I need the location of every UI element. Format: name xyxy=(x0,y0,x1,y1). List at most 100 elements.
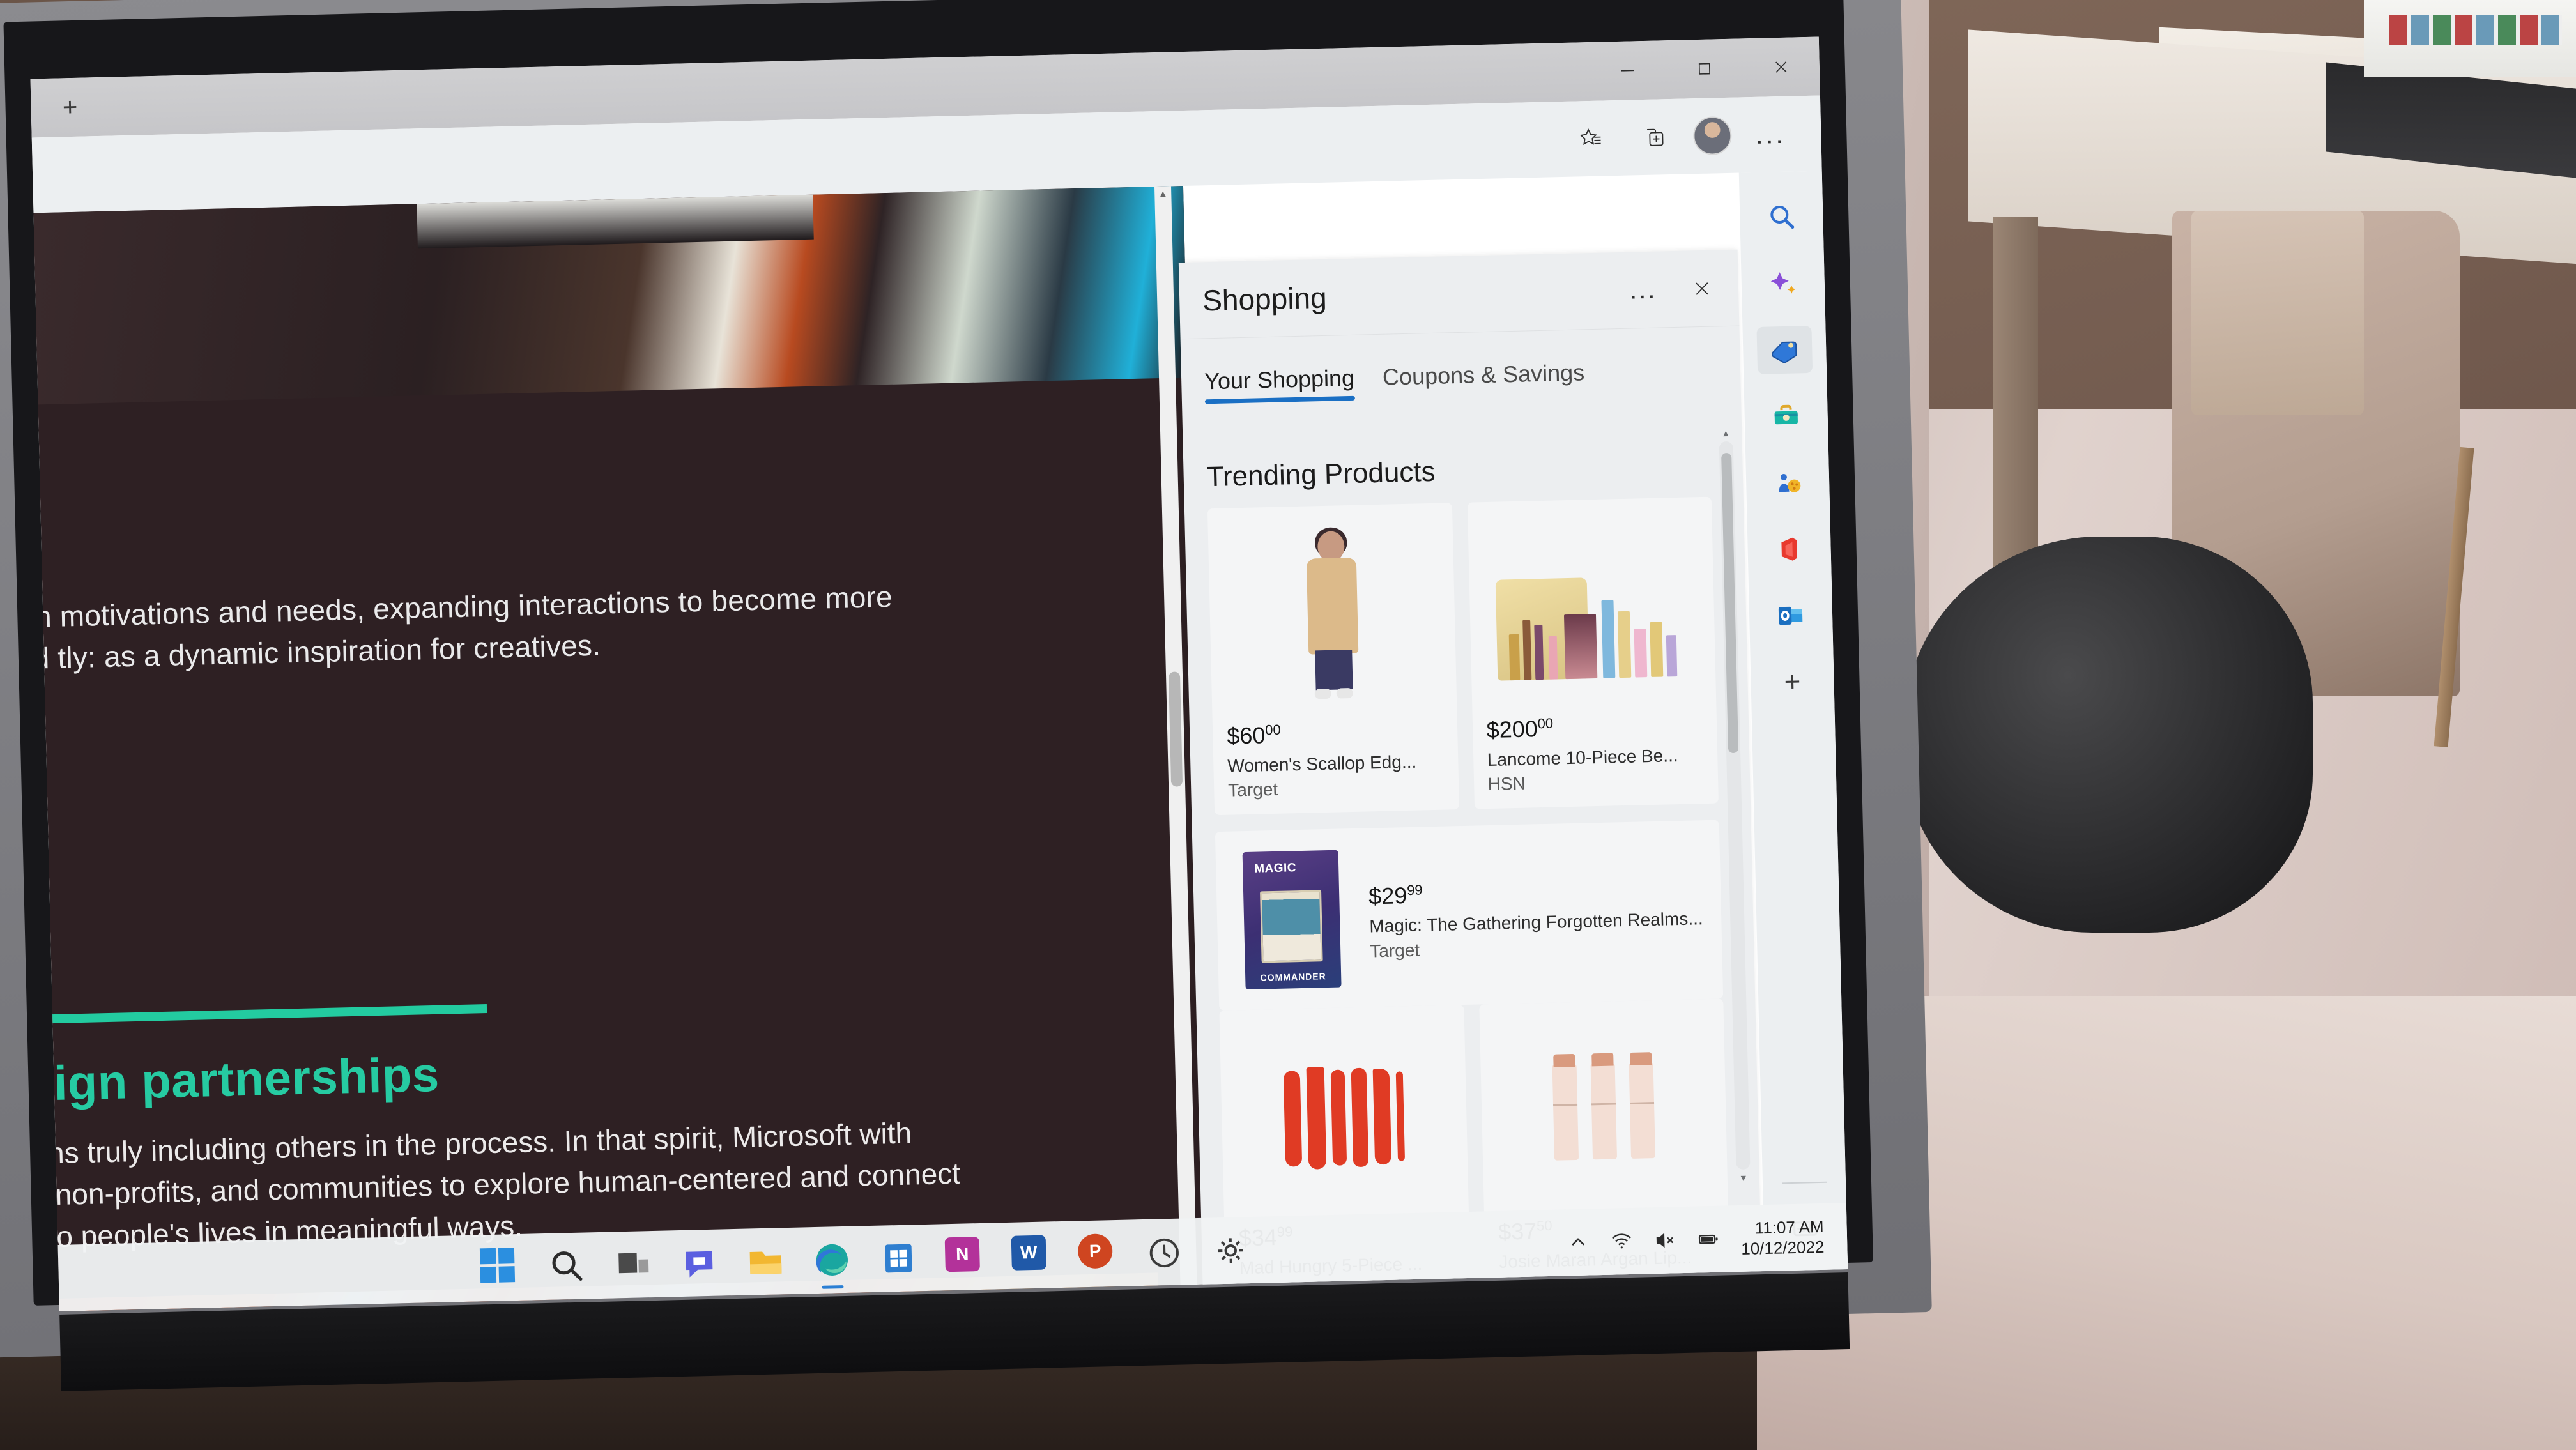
price-dollars: $60 xyxy=(1227,722,1266,749)
file-explorer-button[interactable] xyxy=(746,1241,786,1281)
product-image-lipsticks xyxy=(1493,1013,1713,1210)
microsoft-store-icon xyxy=(878,1238,919,1278)
sidebar-item-add[interactable]: + xyxy=(1765,658,1821,706)
section-title-trending: Trending Products xyxy=(1183,415,1744,510)
panel-scroll-down-arrow[interactable]: ▼ xyxy=(1738,1172,1749,1184)
clock-button[interactable] xyxy=(1144,1232,1184,1272)
product-name: Women's Scallop Edg... xyxy=(1227,750,1444,778)
sidebar-item-tools[interactable] xyxy=(1758,392,1814,441)
clock-icon xyxy=(1144,1232,1184,1272)
clock-date: 10/12/2022 xyxy=(1741,1237,1825,1260)
mtg-brand: MAGIC xyxy=(1254,861,1296,876)
mtg-footer: COMMANDER xyxy=(1245,970,1341,983)
profile-avatar[interactable] xyxy=(1693,116,1732,155)
gear-icon xyxy=(1211,1230,1251,1271)
product-store: Target xyxy=(1228,775,1445,801)
price-cents: 00 xyxy=(1265,722,1281,738)
panel-title: Shopping xyxy=(1202,280,1328,317)
sidebar-item-shopping[interactable] xyxy=(1756,326,1813,374)
product-image-mtg: MAGIC COMMANDER xyxy=(1229,842,1354,998)
page-paragraph-1: gn for human motivations and needs, expa… xyxy=(33,574,990,683)
tab-coupons-savings[interactable]: Coupons & Savings xyxy=(1383,359,1585,399)
sidebar-item-office[interactable] xyxy=(1761,525,1818,574)
scroll-up-arrow[interactable]: ▲ xyxy=(1154,186,1172,203)
table-leg xyxy=(1993,217,2038,575)
panel-tabs: Your Shopping Coupons & Savings xyxy=(1181,326,1741,405)
sidebar-divider xyxy=(1782,1182,1827,1184)
laptop-screen: + xyxy=(31,37,1848,1311)
sidebar-item-discover[interactable] xyxy=(1755,259,1811,308)
laptop: + xyxy=(0,0,1933,1396)
word-icon: W xyxy=(1011,1235,1046,1271)
sidebar-item-outlook[interactable] xyxy=(1763,591,1819,640)
powerpoint-button[interactable]: P xyxy=(1078,1233,1118,1274)
panel-more-button[interactable]: ... xyxy=(1623,270,1663,310)
chat-button[interactable] xyxy=(679,1243,719,1283)
volume-muted-icon[interactable] xyxy=(1654,1229,1676,1251)
chat-icon xyxy=(679,1243,719,1283)
panel-scroll-up-arrow[interactable]: ▲ xyxy=(1720,427,1731,439)
taskbar-icons: N W P xyxy=(480,1230,1251,1288)
minimize-button[interactable] xyxy=(1589,40,1667,101)
tab-your-shopping[interactable]: Your Shopping xyxy=(1204,365,1355,404)
battery-icon[interactable] xyxy=(1698,1228,1720,1251)
product-image-coat xyxy=(1222,517,1442,714)
product-card[interactable]: MAGIC COMMANDER $2999 Magic: The Gatheri… xyxy=(1215,820,1723,1011)
sidebar-item-games[interactable] xyxy=(1759,459,1816,507)
product-price: $20000 xyxy=(1486,712,1703,744)
shopping-tag-icon xyxy=(1769,334,1800,365)
edge-icon xyxy=(812,1240,852,1280)
onenote-button[interactable]: N xyxy=(945,1237,985,1277)
panel-header: Shopping ... xyxy=(1179,250,1740,340)
star-favorites-icon[interactable] xyxy=(1565,113,1616,164)
backpack xyxy=(1904,537,2313,933)
more-dots: ... xyxy=(1756,130,1786,139)
tools-toolbox-icon xyxy=(1770,401,1802,432)
product-image-utensils xyxy=(1234,1019,1454,1216)
search-icon xyxy=(1766,201,1797,233)
panel-body: Trending Products xyxy=(1183,415,1763,1311)
product-image-beauty-kit xyxy=(1482,511,1702,708)
settings-and-more-button[interactable]: ... xyxy=(1745,109,1796,160)
product-card[interactable]: $6000 Women's Scallop Edg... Target xyxy=(1208,503,1459,815)
start-button[interactable] xyxy=(480,1248,520,1288)
task-view-button[interactable] xyxy=(613,1244,653,1285)
wifi-icon[interactable] xyxy=(1611,1230,1633,1253)
edge-button[interactable] xyxy=(812,1240,852,1280)
price-dollars: $29 xyxy=(1368,882,1407,909)
chevron-up-icon[interactable] xyxy=(1567,1232,1590,1254)
sidebar-item-search[interactable] xyxy=(1754,193,1810,241)
chair-back xyxy=(2191,211,2364,415)
word-button[interactable]: W xyxy=(1011,1235,1052,1275)
product-row: $6000 Women's Scallop Edg... Target xyxy=(1208,497,1719,816)
window-controls xyxy=(1589,37,1820,101)
search-icon xyxy=(546,1246,586,1286)
new-tab-button[interactable]: + xyxy=(47,84,93,130)
add-icon: + xyxy=(1784,666,1801,698)
microsoft-store-button[interactable] xyxy=(878,1238,919,1278)
taskbar-search-button[interactable] xyxy=(546,1246,586,1286)
settings-button[interactable] xyxy=(1211,1230,1251,1271)
page-scrollbar-thumb[interactable] xyxy=(1169,671,1183,786)
product-name: Lancome 10-Piece Be... xyxy=(1487,744,1703,772)
taskbar-clock[interactable]: 11:07 AM 10/12/2022 xyxy=(1740,1216,1825,1259)
close-button[interactable] xyxy=(1742,37,1820,98)
hero-photo-overlay xyxy=(417,195,813,249)
system-tray: 11:07 AM 10/12/2022 xyxy=(1567,1216,1848,1263)
mtg-pack-illustration: MAGIC COMMANDER xyxy=(1243,850,1342,989)
price-cents: 00 xyxy=(1537,715,1553,732)
product-store: Target xyxy=(1370,933,1708,961)
office-icon xyxy=(1774,533,1805,565)
maximize-button[interactable] xyxy=(1666,38,1744,99)
panel-close-button[interactable] xyxy=(1682,268,1722,309)
games-icon xyxy=(1772,467,1804,498)
product-card[interactable]: $20000 Lancome 10-Piece Be... HSN xyxy=(1467,497,1719,809)
onenote-icon: N xyxy=(945,1237,980,1272)
word-letter: W xyxy=(1020,1242,1038,1263)
product-grid: $6000 Women's Scallop Edg... Target xyxy=(1184,496,1763,1311)
product-price: $2999 xyxy=(1368,875,1707,910)
background-laptop-screen xyxy=(2364,0,2576,77)
powerpoint-letter: P xyxy=(1089,1241,1101,1262)
page-heading: ve design partnerships xyxy=(33,1035,923,1115)
collections-add-icon[interactable] xyxy=(1629,112,1680,163)
